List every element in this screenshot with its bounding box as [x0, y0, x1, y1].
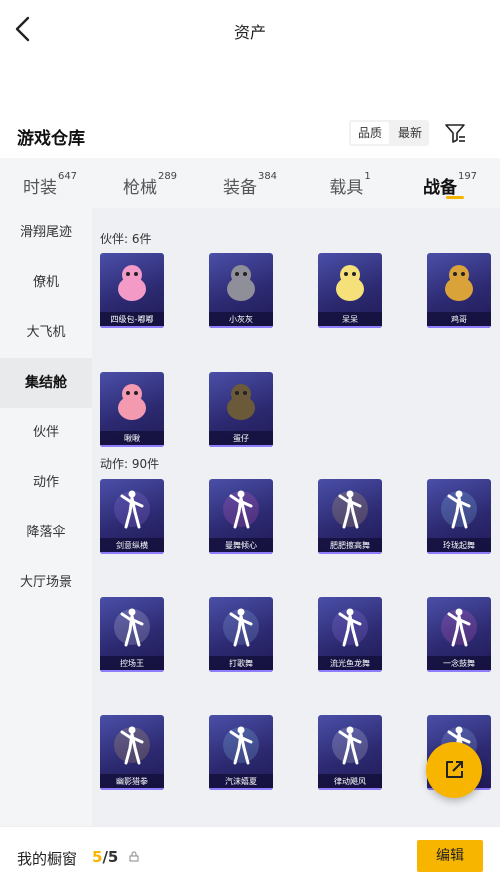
rarity-bar — [318, 670, 382, 672]
item-card[interactable]: 小灰灰 — [209, 253, 273, 328]
item-card[interactable]: 幽影猎拳 — [100, 715, 164, 790]
item-thumbnail — [332, 490, 368, 529]
item-thumbnail — [332, 608, 368, 647]
sort-latest-option[interactable]: 最新 — [391, 120, 429, 146]
rarity-bar — [209, 445, 273, 447]
showcase-count-current: 5 — [92, 848, 103, 866]
sidebar-item-partner[interactable]: 伙伴 — [0, 408, 92, 458]
item-card[interactable]: 汽沫嬉夏 — [209, 715, 273, 790]
sidebar-item-parachute[interactable]: 降落伞 — [0, 508, 92, 558]
share-fab[interactable] — [426, 742, 482, 798]
share-out-icon — [446, 761, 463, 778]
item-thumbnail — [223, 490, 259, 529]
item-card[interactable]: 肥肥擦高舞 — [318, 479, 382, 554]
actions-section-title: 动作: 90件 — [100, 457, 160, 471]
item-card[interactable]: 律动飓风 — [318, 715, 382, 790]
category-tabs: 时装647 枪械289 装备384 载具1 战备197 — [0, 158, 500, 208]
filter-icon — [445, 124, 465, 143]
page-title: 资产 — [233, 23, 266, 42]
tab-count: 1 — [364, 171, 371, 182]
tab-count: 384 — [257, 171, 278, 182]
item-thumbnail — [332, 726, 368, 765]
warehouse-header: 游戏仓库 品质 最新 — [0, 112, 500, 156]
tab-battle-prep[interactable]: 战备197 — [400, 158, 500, 208]
rarity-bar — [427, 552, 491, 554]
rarity-bar — [100, 326, 164, 328]
item-thumbnail — [223, 726, 259, 765]
item-card[interactable]: 四级包-嘟嘟 — [100, 253, 164, 328]
item-card[interactable]: 曼舞倾心 — [209, 479, 273, 554]
sort-quality-option[interactable]: 品质 — [351, 122, 390, 144]
rarity-bar — [209, 552, 273, 554]
rarity-bar — [100, 552, 164, 554]
rarity-bar — [318, 326, 382, 328]
tab-fashion[interactable]: 时装647 — [0, 158, 100, 208]
item-grid: 伙伴: 6件 四级包-嘟嘟 小灰灰 呆呆 鸡哥啾啾 蛋仔 动作: 90件 剑意纵横 曼舞倾… — [92, 208, 500, 826]
sort-toggle: 品质 最新 — [349, 120, 430, 146]
rarity-bar — [100, 788, 164, 790]
rarity-bar — [209, 788, 273, 790]
item-card[interactable]: 鸡哥 — [427, 253, 491, 328]
rarity-bar — [209, 670, 273, 672]
tab-label: 战备 — [422, 178, 457, 198]
tab-count: 647 — [57, 171, 78, 182]
item-thumbnail — [114, 726, 150, 765]
item-thumbnail — [223, 608, 259, 647]
item-thumbnail — [114, 608, 150, 647]
partners-section-title: 伙伴: 6件 — [100, 232, 152, 246]
rarity-bar — [318, 788, 382, 790]
sidebar-item-glide-trail[interactable]: 滑翔尾迹 — [0, 208, 92, 258]
tab-count: 289 — [157, 171, 178, 182]
showcase-bar: 我的橱窗 5/5 编辑 — [0, 826, 500, 885]
item-thumbnail — [441, 608, 477, 647]
tab-equipment[interactable]: 装备384 — [200, 158, 300, 208]
tab-vehicles[interactable]: 载具1 — [300, 158, 400, 208]
sidebar-item-assembly-pod[interactable]: 集结舱 — [0, 358, 92, 408]
rarity-bar — [318, 552, 382, 554]
warehouse-title: 游戏仓库 — [17, 129, 85, 149]
active-tab-indicator — [446, 196, 464, 199]
showcase-label: 我的橱窗 — [17, 850, 78, 868]
item-thumbnail — [118, 384, 146, 420]
tab-label: 时装 — [22, 178, 57, 198]
sidebar-item-wingman[interactable]: 僚机 — [0, 258, 92, 308]
item-card[interactable]: 蛋仔 — [209, 372, 273, 447]
lock-icon — [129, 851, 139, 865]
top-bar: 资产 — [0, 0, 500, 58]
rarity-bar — [427, 326, 491, 328]
item-card[interactable]: 控场王 — [100, 597, 164, 672]
tab-count: 197 — [457, 171, 478, 182]
tab-guns[interactable]: 枪械289 — [100, 158, 200, 208]
tab-label: 载具 — [329, 178, 364, 198]
item-thumbnail — [441, 490, 477, 529]
rarity-bar — [427, 670, 491, 672]
item-card[interactable]: 呆呆 — [318, 253, 382, 328]
item-card[interactable]: 剑意纵横 — [100, 479, 164, 554]
sidebar: 滑翔尾迹 僚机 大飞机 集结舱 伙伴 动作 降落伞 大厅场景 — [0, 208, 92, 826]
showcase-count: 5/5 — [92, 848, 118, 866]
item-thumbnail — [445, 265, 473, 301]
sidebar-item-action[interactable]: 动作 — [0, 458, 92, 508]
item-thumbnail — [227, 384, 255, 420]
item-card[interactable]: 流光鱼龙舞 — [318, 597, 382, 672]
item-thumbnail — [227, 265, 255, 301]
edit-button[interactable]: 编辑 — [417, 840, 483, 872]
sidebar-item-lobby-scene[interactable]: 大厅场景 — [0, 558, 92, 608]
item-card[interactable]: 打歌舞 — [209, 597, 273, 672]
item-card[interactable]: 玲珑起舞 — [427, 479, 491, 554]
sidebar-item-big-plane[interactable]: 大飞机 — [0, 308, 92, 358]
item-card[interactable]: 一念鼓舞 — [427, 597, 491, 672]
showcase-count-total: /5 — [102, 848, 119, 866]
item-thumbnail — [114, 490, 150, 529]
rarity-bar — [100, 445, 164, 447]
item-card[interactable]: 啾啾 — [100, 372, 164, 447]
rarity-bar — [100, 670, 164, 672]
item-thumbnail — [336, 265, 364, 301]
tab-label: 装备 — [222, 178, 257, 198]
filter-button[interactable] — [444, 122, 466, 144]
tab-label: 枪械 — [122, 178, 157, 198]
rarity-bar — [209, 326, 273, 328]
item-thumbnail — [118, 265, 146, 301]
